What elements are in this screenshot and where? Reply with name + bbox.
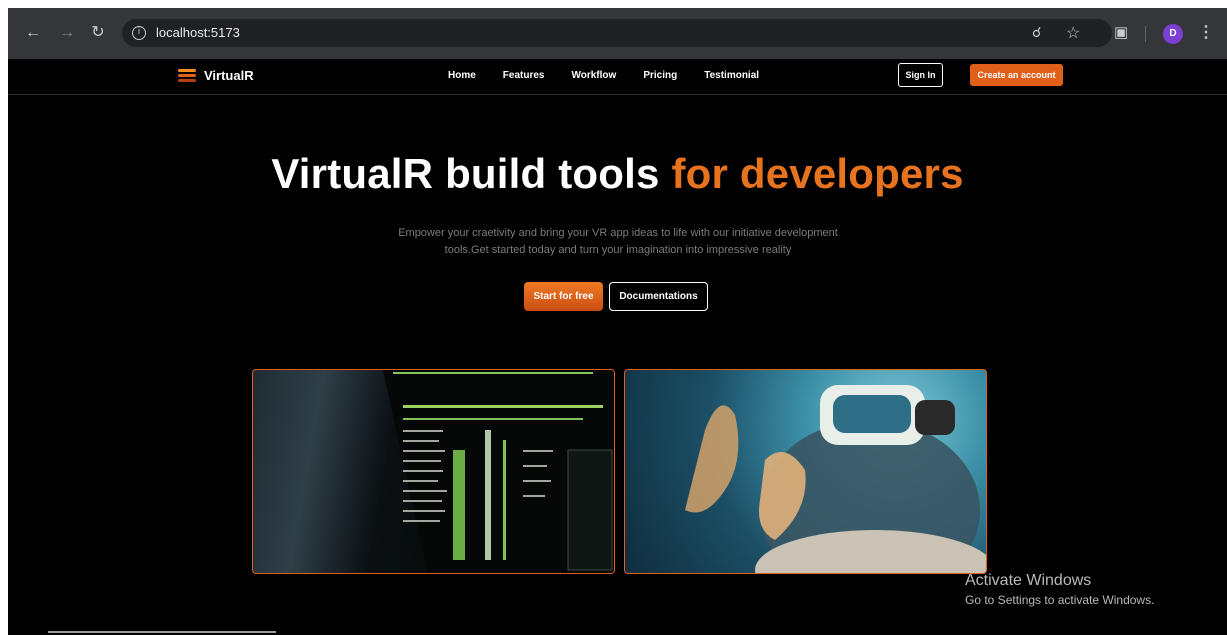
hero-subtitle-line2: tools.Get started today and turn your im… [444,244,792,256]
address-bar[interactable]: i localhost:5173 ☌ ☆ [122,19,1112,47]
code-screen-image [252,369,615,574]
hero-subtitle-line1: Empower your craetivity and bring your V… [398,227,838,239]
documentations-button[interactable]: Documentations [609,282,708,311]
reload-icon[interactable]: ↻ [88,23,108,43]
profile-avatar[interactable]: D [1163,24,1183,44]
browser-chrome: ← → ↻ i localhost:5173 ☌ ☆ ▣ D ⋮ [8,8,1227,59]
code-screen-illustration [383,370,614,573]
url-text: localhost:5173 [156,25,240,40]
bookmark-star-icon[interactable]: ☆ [1066,23,1080,43]
web-page: VirtualR Home Features Workflow Pricing … [8,59,1227,635]
windows-activation-watermark: Activate Windows Go to Settings to activ… [965,572,1154,607]
start-for-free-button[interactable]: Start for free [524,282,603,311]
toolbar-separator [1145,26,1146,42]
zoom-icon[interactable]: ☌ [1032,24,1041,41]
browser-window: ← → ↻ i localhost:5173 ☌ ☆ ▣ D ⋮ Virtual… [8,8,1227,635]
vr-headset-illustration [685,385,986,573]
site-logo[interactable]: VirtualR [178,68,254,83]
hero-title-accent: for developers [671,150,964,197]
forward-icon[interactable]: → [57,23,77,43]
horizontal-scrollbar[interactable] [48,631,276,633]
nav-link-features[interactable]: Features [503,70,545,81]
nav-link-testimonial[interactable]: Testimonial [704,70,759,81]
nav-link-workflow[interactable]: Workflow [571,70,616,81]
main-nav: Home Features Workflow Pricing Testimoni… [448,70,786,81]
back-icon[interactable]: ← [23,23,43,43]
hero-title-main: VirtualR build tools [271,150,660,197]
nav-link-home[interactable]: Home [448,70,476,81]
hero-title: VirtualR build tools for developers [8,150,1227,198]
logo-icon [178,68,196,83]
watermark-line2: Go to Settings to activate Windows. [965,593,1155,607]
nav-link-pricing[interactable]: Pricing [643,70,677,81]
extensions-icon[interactable]: ▣ [1114,23,1128,41]
vr-headset-image [624,369,987,574]
site-header: VirtualR Home Features Workflow Pricing … [8,59,1227,95]
sign-in-button[interactable]: Sign In [898,63,943,87]
create-account-button[interactable]: Create an account [970,64,1063,86]
browser-menu-icon[interactable]: ⋮ [1198,22,1214,42]
hero-subtitle: Empower your craetivity and bring your V… [368,225,868,259]
site-info-icon[interactable]: i [132,26,146,40]
watermark-line1: Activate Windows [965,572,1092,589]
logo-text: VirtualR [204,68,254,83]
